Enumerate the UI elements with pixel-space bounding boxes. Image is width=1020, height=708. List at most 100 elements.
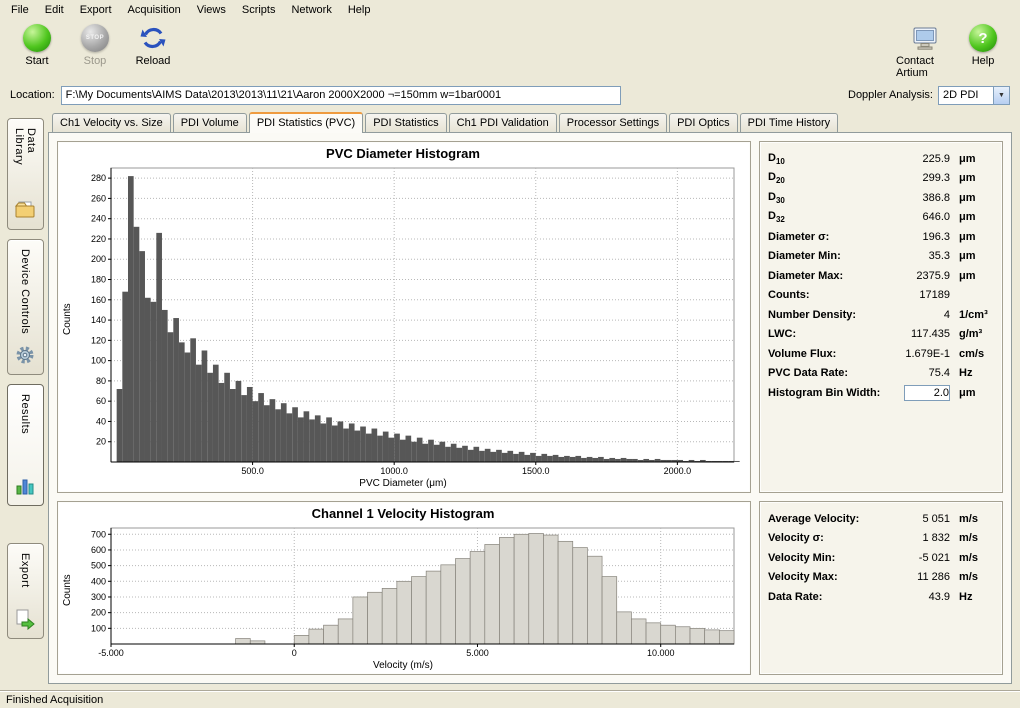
velocity-histogram-plot: 100200300400500600700-5.00005.00010.000 <box>75 522 746 659</box>
help-button[interactable]: ? Help <box>954 21 1012 79</box>
export-icon <box>14 608 36 633</box>
svg-text:280: 280 <box>91 173 106 183</box>
results-chart-icon <box>14 475 36 500</box>
menu-item-network[interactable]: Network <box>283 1 339 19</box>
stat-unit: μm <box>950 387 994 399</box>
stat-label: Diameter σ: <box>768 231 884 243</box>
svg-text:1000.0: 1000.0 <box>380 466 408 476</box>
tab-ch1-pdi-validation[interactable]: Ch1 PDI Validation <box>449 113 557 132</box>
reload-button[interactable]: Reload <box>124 21 182 67</box>
svg-text:500.0: 500.0 <box>241 466 264 476</box>
tab-pdi-time-history[interactable]: PDI Time History <box>740 113 839 132</box>
svg-text:600: 600 <box>91 545 106 555</box>
stat-label: Average Velocity: <box>768 513 884 525</box>
stat-value: 117.435 <box>884 328 950 340</box>
menu-item-file[interactable]: File <box>3 1 37 19</box>
stat-label: D30 <box>768 191 884 205</box>
menu-bar: FileEditExportAcquisitionViewsScriptsNet… <box>0 0 1020 20</box>
chevron-down-icon[interactable]: ▼ <box>993 87 1009 104</box>
stat-value: 17189 <box>884 289 950 301</box>
velocity-stat-row-average-velocity: Average Velocity:5 051m/s <box>760 509 1002 529</box>
doppler-analysis-label: Doppler Analysis: <box>848 89 933 101</box>
tab-pdi-volume[interactable]: PDI Volume <box>173 113 247 132</box>
start-button[interactable]: Start <box>8 21 66 67</box>
tab-pdi-statistics-pvc[interactable]: PDI Statistics (PVC) <box>249 112 363 133</box>
svg-text:500: 500 <box>91 561 106 571</box>
menu-item-acquisition[interactable]: Acquisition <box>120 1 189 19</box>
svg-text:240: 240 <box>91 214 106 224</box>
stat-value: 43.9 <box>884 591 950 603</box>
stat-label: Velocity Min: <box>768 552 884 564</box>
diameter-stat-row-d10: D10225.9μm <box>760 149 1002 169</box>
menu-item-scripts[interactable]: Scripts <box>234 1 284 19</box>
sidebar-item-device-controls[interactable]: Device Controls <box>7 239 44 375</box>
svg-text:700: 700 <box>91 529 106 539</box>
sidebar-item-label: Data Library <box>13 128 37 192</box>
svg-text:0: 0 <box>292 648 297 658</box>
tab-processor-settings[interactable]: Processor Settings <box>559 113 667 132</box>
svg-text:120: 120 <box>91 335 106 345</box>
menu-item-export[interactable]: Export <box>72 1 120 19</box>
doppler-analysis-select[interactable]: 2D PDI ▼ <box>938 86 1010 105</box>
reload-icon <box>139 24 167 52</box>
velocity-stat-row-data-rate: Data Rate:43.9Hz <box>760 587 1002 607</box>
doppler-analysis-value: 2D PDI <box>939 89 993 101</box>
stat-unit: m/s <box>950 532 994 544</box>
diameter-stat-row-d20: D20299.3μm <box>760 169 1002 189</box>
stat-label: Histogram Bin Width: <box>768 387 884 399</box>
stat-value: 299.3 <box>884 172 950 184</box>
stat-label: LWC: <box>768 328 884 340</box>
stop-label: Stop <box>84 55 107 67</box>
menu-item-help[interactable]: Help <box>340 1 379 19</box>
histogram-bin-width-input[interactable] <box>904 385 950 401</box>
sidebar-item-export[interactable]: Export <box>7 543 44 639</box>
diameter-stat-row-counts: Counts:17189 <box>760 286 1002 306</box>
svg-text:100: 100 <box>91 356 106 366</box>
stat-value: 4 <box>884 309 950 321</box>
tab-pdi-statistics[interactable]: PDI Statistics <box>365 113 446 132</box>
stat-unit: cm/s <box>950 348 994 360</box>
stat-label: D32 <box>768 210 884 224</box>
velocity-y-axis-label: Counts <box>60 522 75 659</box>
stat-value: 1 832 <box>884 532 950 544</box>
reload-label: Reload <box>136 55 171 67</box>
contact-artium-button[interactable]: Contact Artium <box>896 21 954 79</box>
stat-unit: μm <box>950 270 994 282</box>
svg-text:10.000: 10.000 <box>647 648 675 658</box>
stat-unit: Hz <box>950 591 994 603</box>
velocity-stat-row-velocity-max: Velocity Max:11 286m/s <box>760 568 1002 588</box>
menu-item-views[interactable]: Views <box>189 1 234 19</box>
svg-text:180: 180 <box>91 275 106 285</box>
diameter-stat-row-d32: D32646.0μm <box>760 208 1002 228</box>
sidebar: Data Library Device Controls Results Export <box>0 108 46 690</box>
stat-value: -5 021 <box>884 552 950 564</box>
diameter-stat-row-lwc: LWC:117.435g/m³ <box>760 325 1002 345</box>
tab-pdi-optics[interactable]: PDI Optics <box>669 113 738 132</box>
velocity-stats-panel: Average Velocity:5 051m/sVelocity σ:1 83… <box>759 501 1003 675</box>
stat-value: 75.4 <box>884 367 950 379</box>
svg-text:220: 220 <box>91 234 106 244</box>
menu-item-edit[interactable]: Edit <box>37 1 72 19</box>
stat-label: Diameter Max: <box>768 270 884 282</box>
svg-text:300: 300 <box>91 592 106 602</box>
pvc-diameter-histogram-plot: 2040608010012014016018020022024026028050… <box>75 162 746 477</box>
stat-label: Counts: <box>768 289 884 301</box>
results-panel: PVC Diameter Histogram Counts 2040608010… <box>48 132 1012 684</box>
location-input[interactable] <box>61 86 621 105</box>
svg-text:60: 60 <box>96 396 106 406</box>
stat-value: 1.679E-1 <box>884 348 950 360</box>
sidebar-item-label: Device Controls <box>19 249 31 334</box>
content-area: Ch1 Velocity vs. SizePDI VolumePDI Stati… <box>46 108 1020 690</box>
tab-ch1-velocity-vs-size[interactable]: Ch1 Velocity vs. Size <box>52 113 171 132</box>
location-label: Location: <box>10 89 55 101</box>
velocity-section: Channel 1 Velocity Histogram Counts 1002… <box>57 501 1003 675</box>
sidebar-item-data-library[interactable]: Data Library <box>7 118 44 230</box>
svg-text:80: 80 <box>96 376 106 386</box>
sidebar-item-results[interactable]: Results <box>7 384 44 506</box>
diameter-section: PVC Diameter Histogram Counts 2040608010… <box>57 141 1003 493</box>
svg-text:100: 100 <box>91 623 106 633</box>
stat-value: 646.0 <box>884 211 950 223</box>
svg-text:5.000: 5.000 <box>466 648 489 658</box>
stat-value: 2375.9 <box>884 270 950 282</box>
svg-text:40: 40 <box>96 416 106 426</box>
